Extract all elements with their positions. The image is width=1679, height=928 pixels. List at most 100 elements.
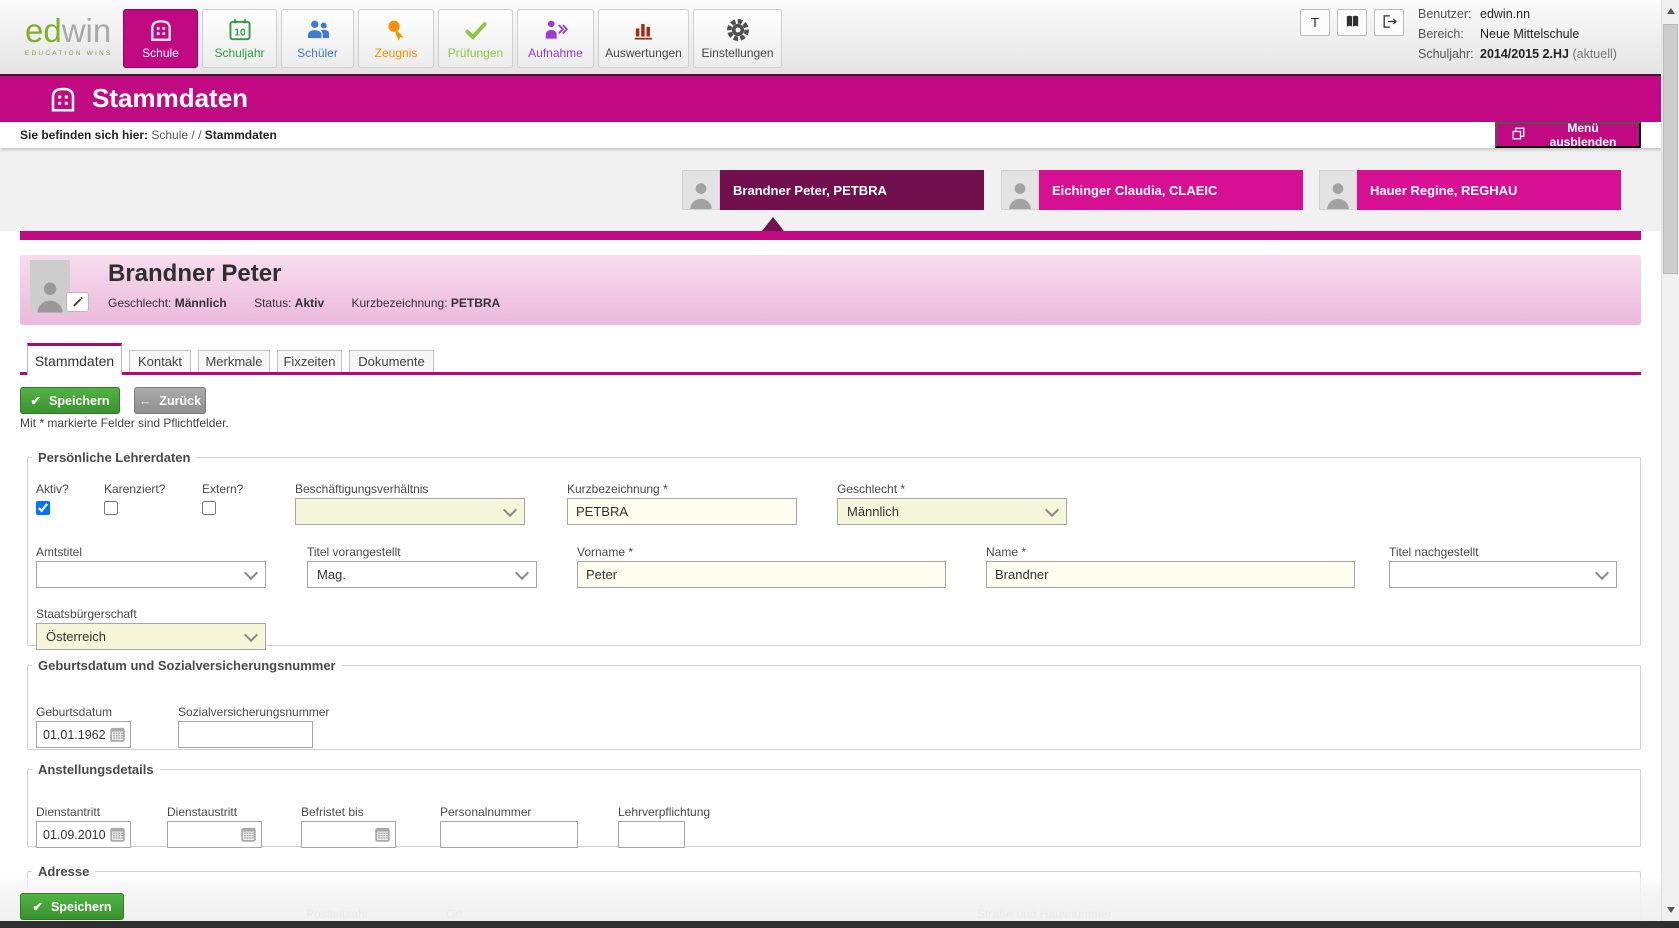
titel-vorangestellt-select[interactable]: Mag. bbox=[307, 561, 537, 588]
save-check-icon: ✔ bbox=[30, 394, 42, 408]
avatar bbox=[1001, 170, 1039, 210]
titel-vorangestellt-label: Titel vorangestellt bbox=[307, 545, 401, 559]
breadcrumb-bar: Sie befinden sich hier: Schule / / Stamm… bbox=[0, 122, 1679, 148]
section-birth-legend: Geburtsdatum und Sozialversicherungsnumm… bbox=[38, 658, 336, 673]
svnr-label: Sozialversicherungsnummer bbox=[178, 705, 330, 719]
staatsbuergerschaft-select[interactable]: Österreich bbox=[36, 623, 266, 650]
befristet-label: Befristet bis bbox=[301, 805, 364, 819]
dienstaustritt-input[interactable] bbox=[174, 827, 237, 842]
nav-label: Aufnahme bbox=[528, 46, 583, 60]
extern-checkbox[interactable] bbox=[202, 501, 216, 515]
section-birth: Geburtsdatum und Sozialversicherungsnumm… bbox=[27, 658, 1641, 750]
beschaeftigung-select[interactable] bbox=[295, 498, 525, 525]
breadcrumb: Sie befinden sich hier: Schule / / Stamm… bbox=[20, 128, 277, 142]
tab-dokumente[interactable]: Dokumente bbox=[349, 350, 434, 372]
nav-pruefungen[interactable]: Prüfungen bbox=[438, 9, 513, 68]
titel-nachgestellt-select[interactable] bbox=[1389, 561, 1617, 588]
chevron-down-icon bbox=[514, 565, 530, 580]
nav-schuljahr[interactable]: 10 Schuljahr bbox=[202, 9, 277, 68]
calendar-picker-icon[interactable] bbox=[109, 826, 126, 843]
geschlecht-label: Geschlecht * bbox=[837, 482, 906, 496]
chevron-down-icon bbox=[1594, 565, 1610, 580]
nav-aufnahme[interactable]: Aufnahme bbox=[517, 9, 594, 68]
nav-schueler[interactable]: Schüler bbox=[281, 9, 354, 68]
befristet-input[interactable] bbox=[308, 827, 371, 842]
vorname-input[interactable] bbox=[577, 561, 946, 588]
nav-schule[interactable]: Schule bbox=[123, 9, 198, 68]
avatar bbox=[682, 170, 720, 210]
name-label: Name * bbox=[986, 545, 1027, 559]
dienstantritt-label: Dienstantritt bbox=[36, 805, 101, 819]
footer-save-button[interactable]: ✔ Speichern bbox=[20, 893, 124, 920]
tab-merkmale[interactable]: Merkmale bbox=[198, 350, 270, 372]
personalnummer-label: Personalnummer bbox=[440, 805, 532, 819]
tab-stammdaten[interactable]: Stammdaten bbox=[27, 343, 122, 375]
titel-nachgestellt-label: Titel nachgestellt bbox=[1389, 545, 1479, 559]
dienstantritt-datefield bbox=[36, 821, 131, 848]
checkmark-icon bbox=[463, 17, 489, 43]
nav-label: Zeugnis bbox=[374, 46, 418, 60]
logo-subtitle: EDUCATION WINS bbox=[25, 50, 113, 57]
calendar-picker-icon[interactable] bbox=[240, 826, 257, 843]
geburtsdatum-input[interactable] bbox=[43, 727, 106, 742]
section-personal: Persönliche Lehrerdaten Aktiv? Karenzier… bbox=[27, 450, 1641, 650]
logo-text-win: win bbox=[61, 12, 112, 49]
calendar-picker-icon[interactable] bbox=[109, 726, 126, 743]
nav-auswertungen[interactable]: Auswertungen bbox=[598, 9, 689, 68]
top-toolbar: edwin EDUCATION WINS Schule 10 Schuljahr… bbox=[0, 0, 1679, 76]
save-button[interactable]: ✔ Speichern bbox=[20, 387, 120, 414]
kurzbezeichnung-input[interactable] bbox=[567, 498, 797, 525]
active-tab-pointer bbox=[762, 217, 784, 231]
teacher-info-panel: Brandner Peter Geschlecht: Männlich Stat… bbox=[20, 255, 1641, 325]
section-personal-legend: Persönliche Lehrerdaten bbox=[38, 450, 191, 465]
teacher-tab-brandner[interactable]: Brandner Peter, PETBRA bbox=[682, 170, 984, 210]
personalnummer-input[interactable] bbox=[440, 821, 578, 848]
lehrverpflichtung-input[interactable] bbox=[618, 821, 685, 848]
breadcrumb-link-schule[interactable]: Schule bbox=[151, 128, 188, 142]
befristet-datefield bbox=[301, 821, 396, 848]
nav-zeugnis[interactable]: Zeugnis bbox=[358, 9, 434, 68]
beschaeftigung-label: Beschäftigungsverhältnis bbox=[295, 482, 429, 496]
aktiv-label: Aktiv? bbox=[36, 482, 69, 496]
scrollbar-thumb[interactable] bbox=[1663, 24, 1678, 274]
edwin-logo: edwin EDUCATION WINS bbox=[25, 14, 112, 57]
session-user: Benutzer: edwin.nn bbox=[1418, 7, 1531, 21]
logout-button[interactable] bbox=[1374, 9, 1404, 36]
name-input[interactable] bbox=[986, 561, 1355, 588]
dienstaustritt-datefield bbox=[167, 821, 262, 848]
dienstantritt-input[interactable] bbox=[43, 827, 106, 842]
admission-person-arrow-icon bbox=[543, 17, 569, 43]
tab-kontakt[interactable]: Kontakt bbox=[129, 350, 191, 372]
teacher-tab-eichinger[interactable]: Eichinger Claudia, CLAEIC bbox=[1001, 170, 1303, 210]
scroll-up-button[interactable] bbox=[1662, 2, 1679, 20]
award-ribbon-icon bbox=[383, 17, 409, 43]
school-building-icon bbox=[148, 17, 174, 43]
teacher-gender: Männlich bbox=[174, 296, 227, 310]
geschlecht-select[interactable]: Männlich bbox=[837, 498, 1067, 525]
svnr-input[interactable] bbox=[178, 721, 313, 748]
geburtsdatum-datefield bbox=[36, 721, 131, 748]
bar-chart-icon bbox=[631, 17, 657, 43]
scroll-up-icon bbox=[1666, 8, 1675, 14]
scroll-down-button[interactable] bbox=[1662, 901, 1679, 919]
tab-fixzeiten[interactable]: Fixzeiten bbox=[277, 350, 342, 372]
calendar-picker-icon[interactable] bbox=[374, 826, 391, 843]
edit-photo-button[interactable] bbox=[66, 292, 89, 312]
session-year: Schuljahr: 2014/2015 2.HJ (aktuell) bbox=[1418, 47, 1617, 61]
aktiv-checkbox[interactable] bbox=[36, 501, 50, 515]
session-info: Benutzer: edwin.nn Bereich: Neue Mittelsch… bbox=[1418, 4, 1617, 64]
nav-einstellungen[interactable]: Einstellungen bbox=[693, 9, 782, 68]
magenta-divider bbox=[20, 231, 1641, 240]
back-button[interactable]: ← Zurück bbox=[134, 387, 206, 414]
text-size-button[interactable]: T bbox=[1300, 9, 1330, 36]
teacher-name: Brandner Peter bbox=[108, 260, 282, 287]
karenziert-checkbox[interactable] bbox=[104, 501, 118, 515]
lehrverpflichtung-label: Lehrverpflichtung bbox=[618, 805, 711, 819]
amtstitel-select[interactable] bbox=[36, 561, 266, 588]
section-employment: Anstellungsdetails Dienstantritt Diensta… bbox=[27, 762, 1641, 848]
section-employment-legend: Anstellungsdetails bbox=[38, 762, 154, 777]
teacher-tab-hauer[interactable]: Hauer Regine, REGHAU bbox=[1319, 170, 1621, 210]
kurzbezeichnung-label: Kurzbezeichnung * bbox=[567, 482, 668, 496]
handbook-button[interactable] bbox=[1337, 9, 1367, 36]
menu-hide-button[interactable]: Menü ausblenden bbox=[1495, 121, 1641, 149]
